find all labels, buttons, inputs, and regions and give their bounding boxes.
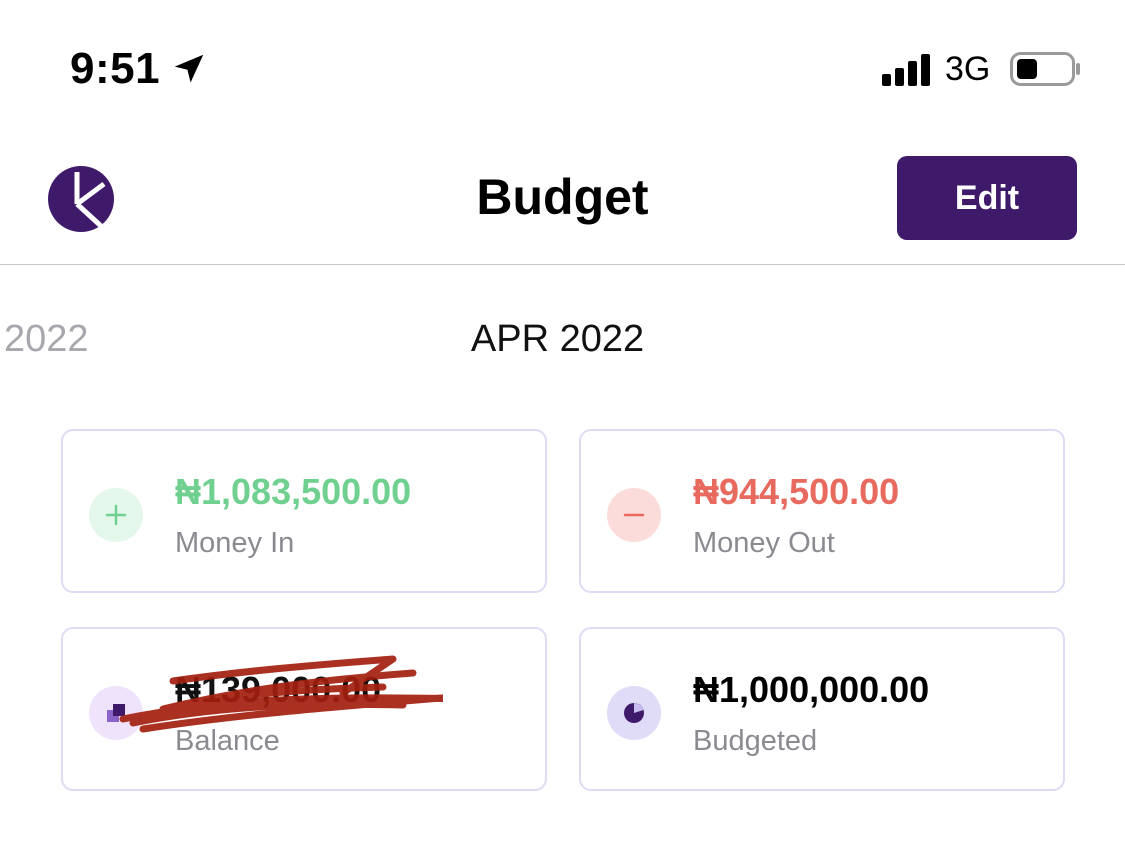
money-in-amount: ₦1,083,500.00 xyxy=(175,471,412,512)
status-time: 9:51 xyxy=(70,44,161,93)
plus-icon xyxy=(89,488,143,542)
money-out-card[interactable]: ₦944,500.00 Money Out xyxy=(579,429,1065,593)
edit-button[interactable]: Edit xyxy=(897,156,1077,240)
month-current[interactable]: APR 2022 xyxy=(0,318,1115,361)
balance-icon xyxy=(89,686,143,740)
network-type: 3G xyxy=(945,50,991,88)
pie-chart-icon xyxy=(607,686,661,740)
money-out-label: Money Out xyxy=(693,527,835,559)
budgeted-card[interactable]: ₦1,000,000.00 Budgeted xyxy=(579,627,1065,791)
app-header: Budget Edit xyxy=(0,130,1125,265)
location-arrow-icon xyxy=(174,54,204,83)
budgeted-label: Budgeted xyxy=(693,725,818,757)
balance-card[interactable]: ₦139,000.00 Balance xyxy=(61,627,547,791)
status-bar: 9:51 3G xyxy=(0,0,1125,130)
money-out-amount: ₦944,500.00 xyxy=(693,471,900,512)
budgeted-amount: ₦1,000,000.00 xyxy=(693,669,930,710)
balance-amount: ₦139,000.00 xyxy=(175,669,382,710)
money-in-card[interactable]: ₦1,083,500.00 Money In xyxy=(61,429,547,593)
minus-icon xyxy=(607,488,661,542)
battery-icon xyxy=(1010,52,1080,86)
signal-bars-icon xyxy=(882,54,930,86)
balance-label: Balance xyxy=(175,725,280,757)
money-in-label: Money In xyxy=(175,527,295,559)
